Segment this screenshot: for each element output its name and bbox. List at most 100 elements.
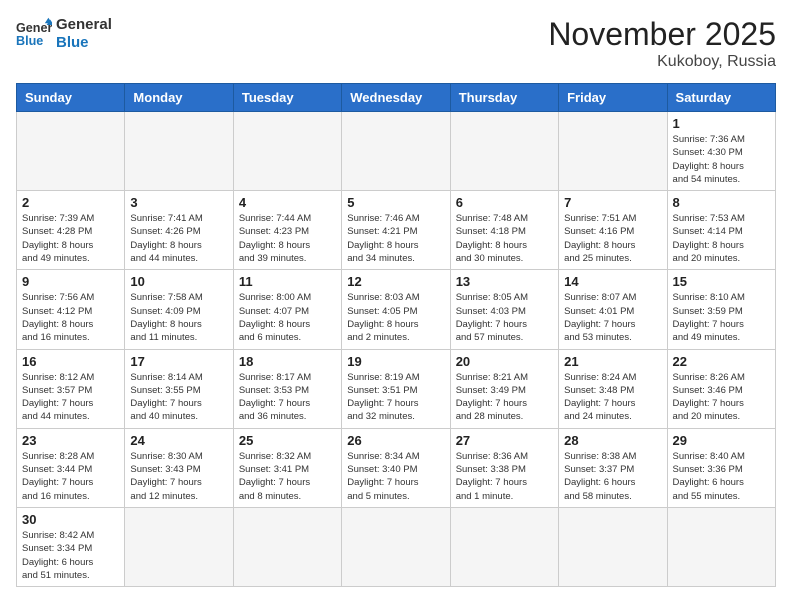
day-number: 23: [22, 433, 119, 448]
calendar-cell: 19 Sunrise: 8:19 AM Sunset: 3:51 PM Dayli…: [342, 349, 450, 428]
day-number: 1: [673, 116, 770, 131]
calendar-cell: 15Sunrise: 8:10 AM Sunset: 3:59 PM Dayli…: [667, 270, 775, 349]
day-number: 15: [673, 274, 770, 289]
day-number: 27: [456, 433, 553, 448]
day-info: Sunrise: 8:19 AM Sunset: 3:51 PM Dayligh…: [347, 371, 444, 424]
day-number: 17: [130, 354, 227, 369]
calendar-week-row: 30 Sunrise: 8:42 AM Sunset: 3:34 PM Dayli…: [17, 507, 776, 586]
day-number: 18: [239, 354, 336, 369]
calendar-cell: [342, 112, 450, 191]
calendar-cell: 26 Sunrise: 8:34 AM Sunset: 3:40 PM Dayli…: [342, 428, 450, 507]
calendar-cell: 2 Sunrise: 7:39 AM Sunset: 4:28 PM Daylig…: [17, 191, 125, 270]
svg-text:Blue: Blue: [16, 34, 43, 48]
page-title: November 2025: [548, 16, 776, 53]
calendar-cell: 5 Sunrise: 7:46 AM Sunset: 4:21 PM Daylig…: [342, 191, 450, 270]
calendar-header-monday: Monday: [125, 84, 233, 112]
day-info: Sunrise: 8:17 AM Sunset: 3:53 PM Dayligh…: [239, 371, 336, 424]
day-info: Sunrise: 8:00 AM Sunset: 4:07 PM Dayligh…: [239, 291, 336, 344]
day-number: 24: [130, 433, 227, 448]
calendar-cell: [342, 507, 450, 586]
day-number: 19: [347, 354, 444, 369]
calendar-table: SundayMondayTuesdayWednesdayThursdayFrid…: [16, 83, 776, 587]
day-info: Sunrise: 7:51 AM Sunset: 4:16 PM Dayligh…: [564, 212, 661, 265]
calendar-week-row: 1 Sunrise: 7:36 AM Sunset: 4:30 PM Daylig…: [17, 112, 776, 191]
calendar-header-row: SundayMondayTuesdayWednesdayThursdayFrid…: [17, 84, 776, 112]
day-number: 8: [673, 195, 770, 210]
day-info: Sunrise: 8:12 AM Sunset: 3:57 PM Dayligh…: [22, 371, 119, 424]
day-info: Sunrise: 8:26 AM Sunset: 3:46 PM Dayligh…: [673, 371, 770, 424]
day-number: 5: [347, 195, 444, 210]
day-number: 7: [564, 195, 661, 210]
day-number: 21: [564, 354, 661, 369]
calendar-header-saturday: Saturday: [667, 84, 775, 112]
day-number: 9: [22, 274, 119, 289]
calendar-cell: 1 Sunrise: 7:36 AM Sunset: 4:30 PM Daylig…: [667, 112, 775, 191]
day-number: 6: [456, 195, 553, 210]
day-info: Sunrise: 8:30 AM Sunset: 3:43 PM Dayligh…: [130, 450, 227, 503]
calendar-cell: 27 Sunrise: 8:36 AM Sunset: 3:38 PM Dayli…: [450, 428, 558, 507]
page-subtitle: Kukoboy, Russia: [548, 53, 776, 71]
day-number: 4: [239, 195, 336, 210]
day-info: Sunrise: 7:53 AM Sunset: 4:14 PM Dayligh…: [673, 212, 770, 265]
calendar-cell: [450, 507, 558, 586]
calendar-cell: 21Sunrise: 8:24 AM Sunset: 3:48 PM Dayli…: [559, 349, 667, 428]
calendar-cell: 9Sunrise: 7:56 AM Sunset: 4:12 PM Daylig…: [17, 270, 125, 349]
day-info: Sunrise: 8:32 AM Sunset: 3:41 PM Dayligh…: [239, 450, 336, 503]
day-info: Sunrise: 7:36 AM Sunset: 4:30 PM Dayligh…: [673, 133, 770, 186]
header: General Blue General Blue November 2025 …: [16, 16, 776, 71]
calendar-cell: [125, 507, 233, 586]
day-info: Sunrise: 8:28 AM Sunset: 3:44 PM Dayligh…: [22, 450, 119, 503]
calendar-week-row: 2 Sunrise: 7:39 AM Sunset: 4:28 PM Daylig…: [17, 191, 776, 270]
day-number: 30: [22, 512, 119, 527]
logo-general: General: [56, 16, 112, 34]
day-number: 14: [564, 274, 661, 289]
day-number: 3: [130, 195, 227, 210]
calendar-cell: 29Sunrise: 8:40 AM Sunset: 3:36 PM Dayli…: [667, 428, 775, 507]
day-number: 16: [22, 354, 119, 369]
calendar-cell: 10Sunrise: 7:58 AM Sunset: 4:09 PM Dayli…: [125, 270, 233, 349]
calendar-cell: 24 Sunrise: 8:30 AM Sunset: 3:43 PM Dayli…: [125, 428, 233, 507]
day-info: Sunrise: 8:34 AM Sunset: 3:40 PM Dayligh…: [347, 450, 444, 503]
calendar-cell: 6 Sunrise: 7:48 AM Sunset: 4:18 PM Daylig…: [450, 191, 558, 270]
calendar-cell: 7 Sunrise: 7:51 AM Sunset: 4:16 PM Daylig…: [559, 191, 667, 270]
calendar-header-friday: Friday: [559, 84, 667, 112]
day-number: 20: [456, 354, 553, 369]
calendar-cell: 23 Sunrise: 8:28 AM Sunset: 3:44 PM Dayli…: [17, 428, 125, 507]
logo-icon: General Blue: [16, 16, 52, 52]
day-info: Sunrise: 7:44 AM Sunset: 4:23 PM Dayligh…: [239, 212, 336, 265]
calendar-cell: [450, 112, 558, 191]
calendar-header-sunday: Sunday: [17, 84, 125, 112]
day-number: 25: [239, 433, 336, 448]
day-info: Sunrise: 7:41 AM Sunset: 4:26 PM Dayligh…: [130, 212, 227, 265]
calendar-cell: [233, 507, 341, 586]
calendar-cell: 18 Sunrise: 8:17 AM Sunset: 3:53 PM Dayli…: [233, 349, 341, 428]
day-number: 26: [347, 433, 444, 448]
calendar-cell: 30 Sunrise: 8:42 AM Sunset: 3:34 PM Dayli…: [17, 507, 125, 586]
calendar-week-row: 9Sunrise: 7:56 AM Sunset: 4:12 PM Daylig…: [17, 270, 776, 349]
day-info: Sunrise: 7:39 AM Sunset: 4:28 PM Dayligh…: [22, 212, 119, 265]
day-info: Sunrise: 8:38 AM Sunset: 3:37 PM Dayligh…: [564, 450, 661, 503]
calendar-cell: [233, 112, 341, 191]
calendar-cell: 20 Sunrise: 8:21 AM Sunset: 3:49 PM Dayli…: [450, 349, 558, 428]
calendar-header-tuesday: Tuesday: [233, 84, 341, 112]
day-info: Sunrise: 8:14 AM Sunset: 3:55 PM Dayligh…: [130, 371, 227, 424]
calendar-cell: 13Sunrise: 8:05 AM Sunset: 4:03 PM Dayli…: [450, 270, 558, 349]
logo: General Blue General Blue: [16, 16, 112, 52]
calendar-header-wednesday: Wednesday: [342, 84, 450, 112]
calendar-cell: 28Sunrise: 8:38 AM Sunset: 3:37 PM Dayli…: [559, 428, 667, 507]
day-info: Sunrise: 8:36 AM Sunset: 3:38 PM Dayligh…: [456, 450, 553, 503]
day-number: 29: [673, 433, 770, 448]
day-number: 2: [22, 195, 119, 210]
calendar-cell: 16 Sunrise: 8:12 AM Sunset: 3:57 PM Dayli…: [17, 349, 125, 428]
calendar-cell: 22Sunrise: 8:26 AM Sunset: 3:46 PM Dayli…: [667, 349, 775, 428]
day-number: 11: [239, 274, 336, 289]
day-number: 13: [456, 274, 553, 289]
day-info: Sunrise: 7:48 AM Sunset: 4:18 PM Dayligh…: [456, 212, 553, 265]
day-info: Sunrise: 8:42 AM Sunset: 3:34 PM Dayligh…: [22, 529, 119, 582]
day-info: Sunrise: 8:21 AM Sunset: 3:49 PM Dayligh…: [456, 371, 553, 424]
calendar-cell: [667, 507, 775, 586]
calendar-cell: [17, 112, 125, 191]
title-area: November 2025 Kukoboy, Russia: [548, 16, 776, 71]
day-info: Sunrise: 7:46 AM Sunset: 4:21 PM Dayligh…: [347, 212, 444, 265]
calendar-cell: 11 Sunrise: 8:00 AM Sunset: 4:07 PM Dayli…: [233, 270, 341, 349]
